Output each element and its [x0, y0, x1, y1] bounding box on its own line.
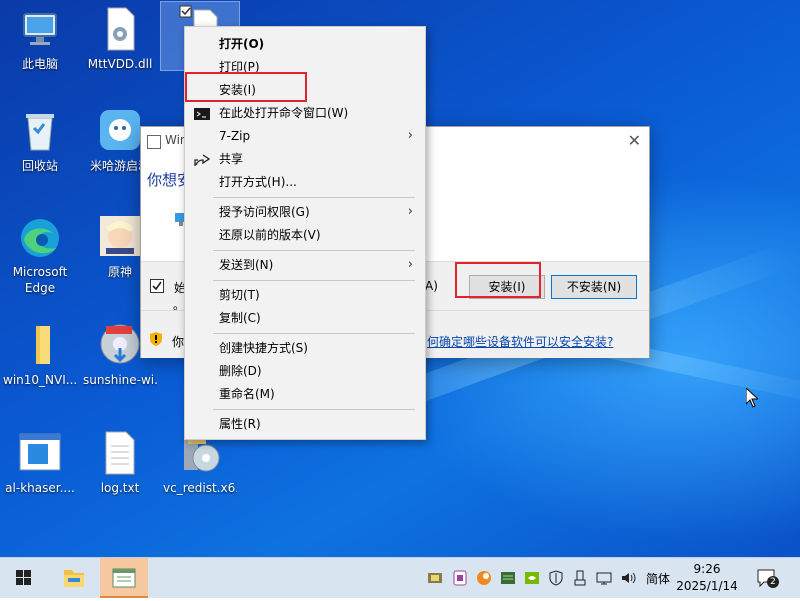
menu-separator: [213, 250, 415, 251]
desktop-icon-microsoft-edge[interactable]: Microsoft Edge: [3, 214, 77, 296]
taskbar-active-app[interactable]: [100, 558, 148, 598]
chevron-right-icon: ›: [407, 128, 413, 143]
menu-item-open[interactable]: 打开(O): [185, 33, 425, 55]
menu-item-send-to[interactable]: 发送到(N) ›: [185, 254, 425, 276]
menu-item-cut[interactable]: 剪切(T): [185, 284, 425, 306]
desktop-icon-log-txt[interactable]: log.txt: [83, 430, 157, 496]
system-clock[interactable]: 9:26 2025/1/14: [672, 561, 742, 595]
menu-separator: [213, 333, 415, 334]
computer-icon: [18, 6, 62, 52]
windows-logo-icon: [16, 570, 31, 585]
folder-icon: [18, 322, 62, 368]
menu-item-delete[interactable]: 删除(D): [185, 360, 425, 382]
edge-icon: [18, 214, 62, 260]
menu-item-create-shortcut[interactable]: 创建快捷方式(S): [185, 337, 425, 359]
usb-device-icon[interactable]: [572, 570, 588, 586]
tray-app-icon[interactable]: [452, 570, 468, 586]
desktop-icon-this-pc[interactable]: 此电脑: [3, 6, 77, 72]
share-icon: [194, 152, 211, 166]
ime-indicator[interactable]: 简体: [646, 570, 670, 587]
recycle-bin-icon: [18, 108, 62, 154]
tray-app-icon[interactable]: [500, 570, 516, 586]
menu-item-rename[interactable]: 重命名(M): [185, 383, 425, 405]
start-button[interactable]: [0, 558, 48, 598]
clock-time: 9:26: [693, 562, 721, 576]
mouse-cursor-icon: [745, 386, 760, 408]
desktop-icon-label: win10_NVI...: [3, 373, 77, 387]
dll-file-icon: [98, 6, 142, 52]
menu-item-restore-versions[interactable]: 还原以前的版本(V): [185, 224, 425, 246]
menu-item-properties[interactable]: 属性(R): [185, 413, 425, 435]
mihoyo-launcher-icon: [98, 108, 142, 154]
volume-icon[interactable]: [620, 570, 636, 586]
desktop-icon-label: sunshine-wi...: [83, 373, 157, 387]
always-trust-label-suffix: A): [425, 279, 438, 293]
nvidia-icon[interactable]: [524, 570, 540, 586]
shield-warning-icon: [150, 332, 162, 346]
taskbar-file-explorer[interactable]: [50, 558, 98, 598]
desktop[interactable]: 此电脑 MttVDD.dll Mtt 回收站 米哈游启动 Microsoft E…: [0, 0, 800, 557]
file-explorer-icon: [64, 570, 84, 587]
desktop-icon-label: 此电脑: [21, 57, 58, 71]
menu-item-open-with[interactable]: 打开方式(H)...: [185, 171, 425, 193]
highlight-box-dialog-install: [455, 262, 541, 298]
menu-item-open-cmd[interactable]: 在此处打开命令窗口(W): [185, 102, 425, 124]
dialog-close-icon[interactable]: ✕: [628, 131, 641, 150]
menu-item-give-access[interactable]: 授予访问权限(G) ›: [185, 201, 425, 223]
desktop-icon-label: Microsoft Edge: [12, 265, 68, 295]
desktop-icon-label: vc_redist.x6...: [163, 481, 237, 495]
always-trust-checkbox[interactable]: [150, 279, 164, 293]
exe-window-icon: [18, 430, 62, 476]
menu-item-7zip[interactable]: 7-Zip ›: [185, 125, 425, 147]
menu-separator: [213, 197, 415, 198]
text-file-icon: [98, 430, 142, 476]
chevron-right-icon: ›: [407, 257, 413, 272]
dialog-app-icon: [147, 135, 161, 149]
dialog-dont-install-button[interactable]: 不安装(N): [551, 275, 637, 299]
menu-item-share[interactable]: 共享: [185, 148, 425, 170]
notification-center-icon[interactable]: 2: [756, 568, 779, 588]
chevron-right-icon: ›: [407, 204, 413, 219]
tray-app-icon[interactable]: [476, 570, 492, 586]
warning-text: 你: [172, 335, 185, 349]
menu-separator: [213, 280, 415, 281]
desktop-icon-label: al-khaser....: [5, 481, 75, 495]
menu-item-copy[interactable]: 复制(C): [185, 307, 425, 329]
highlight-box-menu-install: [185, 72, 307, 102]
desktop-icon-mttvdd-dll[interactable]: MttVDD.dll: [83, 6, 157, 72]
shield-icon[interactable]: [548, 570, 564, 586]
desktop-icon-recycle-bin[interactable]: 回收站: [3, 108, 77, 174]
learn-more-link[interactable]: 何确定哪些设备软件可以安全安装?: [427, 333, 613, 350]
menu-separator: [213, 409, 415, 410]
tray-app-icon[interactable]: [427, 570, 443, 586]
desktop-icon-label: 回收站: [21, 159, 58, 173]
cmd-icon: [194, 106, 210, 120]
genshin-icon: [98, 214, 142, 260]
desktop-icon-win10-nvi[interactable]: win10_NVI...: [3, 322, 77, 388]
network-icon[interactable]: [596, 570, 612, 586]
taskbar: 简体 9:26 2025/1/14 2: [0, 557, 800, 598]
installer-disc-icon: [98, 322, 142, 368]
desktop-icon-al-khaser[interactable]: al-khaser....: [3, 430, 77, 496]
clock-date: 2025/1/14: [676, 579, 738, 593]
notification-badge: 2: [767, 576, 779, 588]
desktop-icon-label: MttVDD.dll: [87, 57, 153, 71]
app-window-icon: [112, 568, 136, 588]
desktop-icon-label: log.txt: [100, 481, 140, 495]
